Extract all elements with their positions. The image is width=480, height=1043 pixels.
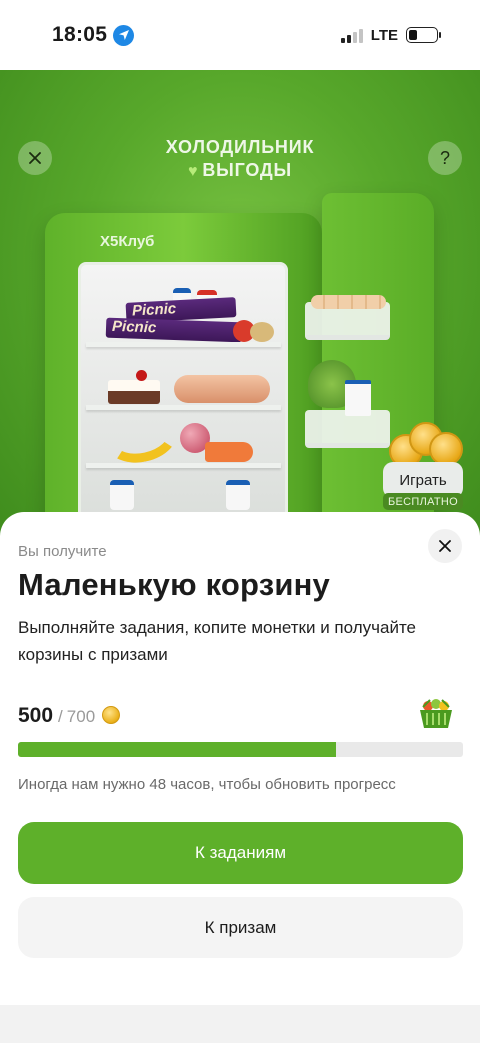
heart-icon: ♥ xyxy=(188,163,199,180)
progress-bar xyxy=(18,742,463,757)
progress-total: 700 xyxy=(66,707,96,726)
progress-counter: 500 / 700 xyxy=(18,704,121,728)
promo-hero: ? ХОЛОДИЛЬНИК ♥ ВЫГОДЫ Х5Клуб Picnic Picn… xyxy=(0,70,480,540)
chocolate-bar-label: Picnic xyxy=(131,300,177,320)
status-time: 18:05 xyxy=(52,23,108,46)
eggs-image xyxy=(311,295,386,309)
network-type: LTE xyxy=(370,26,398,44)
location-arrow-icon xyxy=(113,24,135,46)
cake-image xyxy=(108,380,160,404)
fridge-brand-logo: Х5Клуб xyxy=(100,233,154,250)
progress-update-note: Иногда нам нужно 48 часов, чтобы обновит… xyxy=(18,776,396,793)
chocolate-bar-label: Picnic xyxy=(111,317,157,337)
coin-icon xyxy=(102,706,121,724)
go-to-tasks-label: К заданиям xyxy=(194,843,287,862)
status-bar: 18:05 LTE xyxy=(0,0,480,70)
bread-image xyxy=(174,375,270,403)
go-to-tasks-button[interactable]: К заданиям xyxy=(18,822,463,884)
promo-title-line2-text: ВЫГОДЫ xyxy=(202,160,292,180)
promo-title: ХОЛОДИЛЬНИК ♥ ВЫГОДЫ xyxy=(0,136,480,183)
milk-bottle-image xyxy=(110,480,134,510)
status-right: LTE xyxy=(340,26,441,44)
close-icon xyxy=(439,540,451,552)
sheet-description: Выполняйте задания, копите монетки и пол… xyxy=(18,618,416,664)
fridge-shelf xyxy=(86,405,281,410)
status-left: 18:05 xyxy=(52,23,135,47)
cherry-image xyxy=(136,370,147,381)
progress-separator: / xyxy=(58,707,63,726)
free-badge-label: БЕСПЛАТНО xyxy=(387,495,459,508)
close-sheet-button[interactable] xyxy=(428,529,462,563)
free-badge: БЕСПЛАТНО xyxy=(383,493,463,510)
milk-carton-image xyxy=(345,380,371,416)
promo-title-line2: ♥ ВЫГОДЫ xyxy=(0,159,480,183)
play-button-label: Играть xyxy=(399,471,447,489)
screen: 18:05 LTE ? ХОЛОДИЛЬНИК ♥ВЫГОДЫ Х5Клуб xyxy=(0,0,480,1043)
basket-icon xyxy=(420,699,452,728)
fridge-shelf xyxy=(86,463,281,468)
sheet-title: Маленькую корзину xyxy=(18,567,330,602)
progress-current: 500 xyxy=(18,704,54,727)
go-to-prizes-label: К призам xyxy=(204,917,277,937)
battery-icon xyxy=(406,27,441,43)
potato-image xyxy=(250,322,274,342)
progress-bar-fill xyxy=(18,742,336,757)
go-to-prizes-button[interactable]: К призам xyxy=(18,897,463,958)
milk-bottle-image xyxy=(226,480,250,510)
sheet-caption: Вы получите xyxy=(18,543,107,560)
carrot-image xyxy=(205,442,253,462)
coin-image xyxy=(429,432,463,466)
fridge-shelf xyxy=(86,342,281,347)
reward-bottom-sheet: Вы получите Маленькую корзину Выполняйте… xyxy=(0,512,480,1005)
fridge-brand-text: Х5Клуб xyxy=(100,233,155,250)
cellular-signal-icon xyxy=(340,27,363,43)
promo-title-line1: ХОЛОДИЛЬНИК xyxy=(165,137,315,157)
battery-level xyxy=(409,30,417,40)
